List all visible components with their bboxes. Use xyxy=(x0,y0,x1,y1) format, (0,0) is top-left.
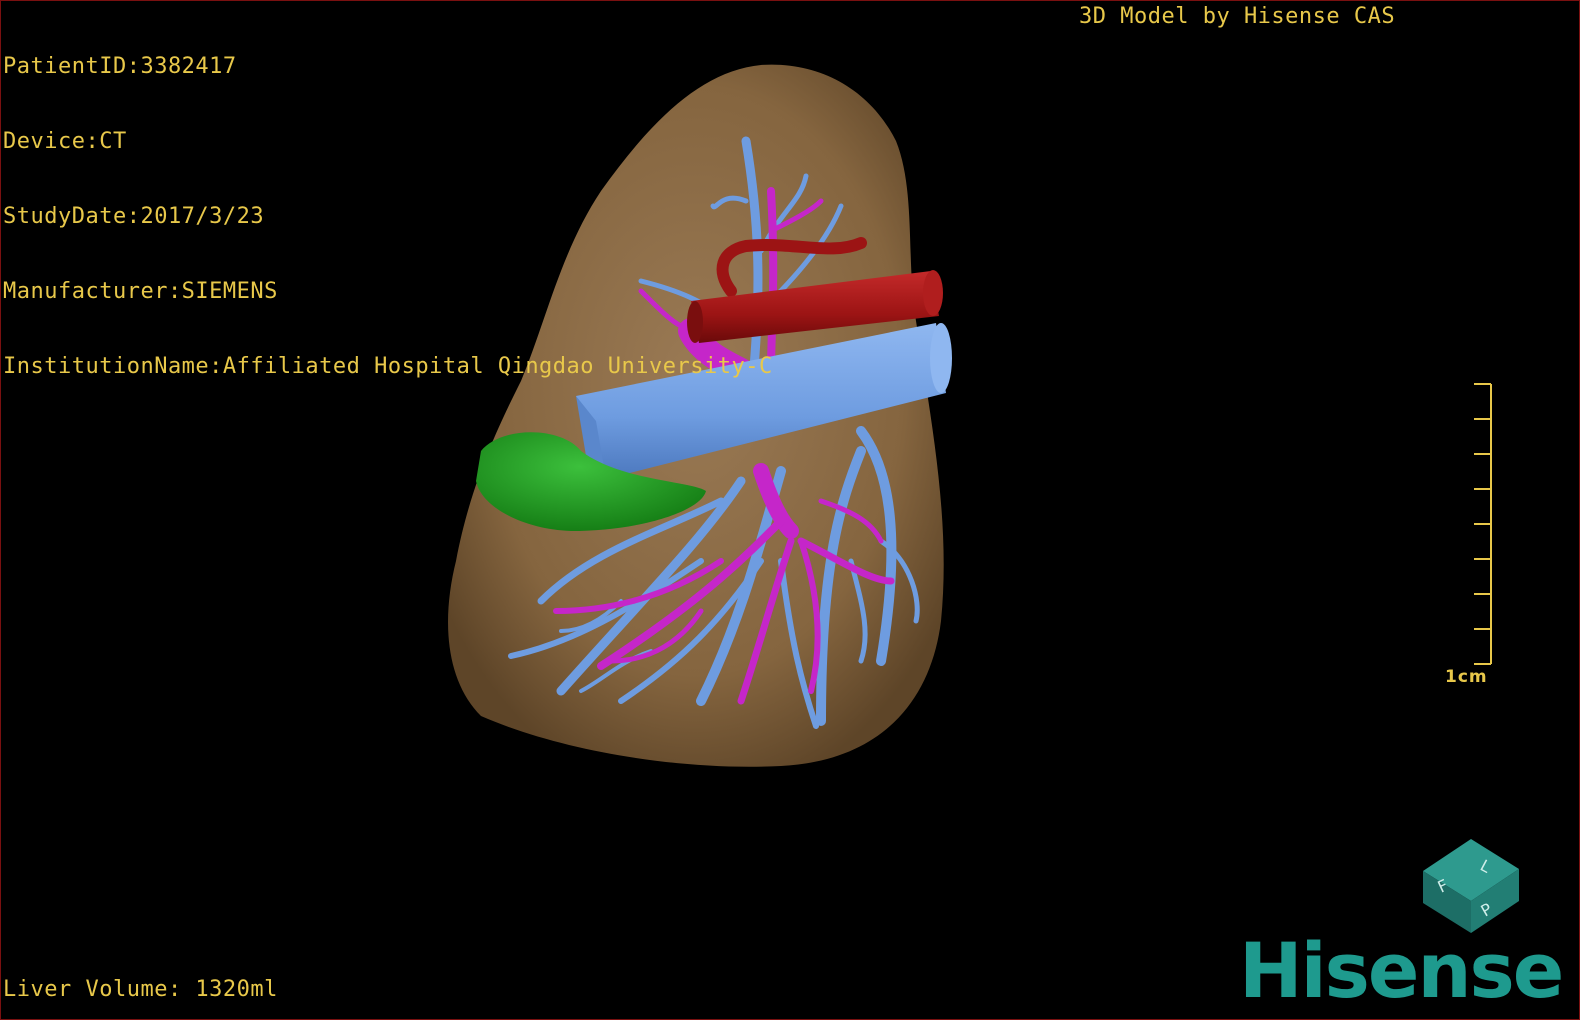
patient-id: PatientID:3382417 xyxy=(3,54,237,79)
device: Device:CT xyxy=(3,129,127,154)
institution-name: InstitutionName:Affiliated Hospital Qing… xyxy=(3,354,773,379)
3d-viewport[interactable]: F L P PatientID:3382417 Device:CT StudyD… xyxy=(0,0,1580,1020)
dicom-metadata: PatientID:3382417 Device:CT StudyDate:20… xyxy=(3,4,773,429)
hisense-logo: Hisense xyxy=(1239,926,1564,1015)
liver-volume: Liver Volume: 1320ml xyxy=(3,977,278,1002)
manufacturer: Manufacturer:SIEMENS xyxy=(3,279,278,304)
study-date: StudyDate:2017/3/23 xyxy=(3,204,265,229)
scale-bar xyxy=(1474,383,1492,665)
scale-label: 1cm xyxy=(1445,667,1488,687)
model-credit: 3D Model by Hisense CAS xyxy=(1079,4,1396,29)
orientation-cube[interactable]: F L P xyxy=(1423,839,1519,933)
